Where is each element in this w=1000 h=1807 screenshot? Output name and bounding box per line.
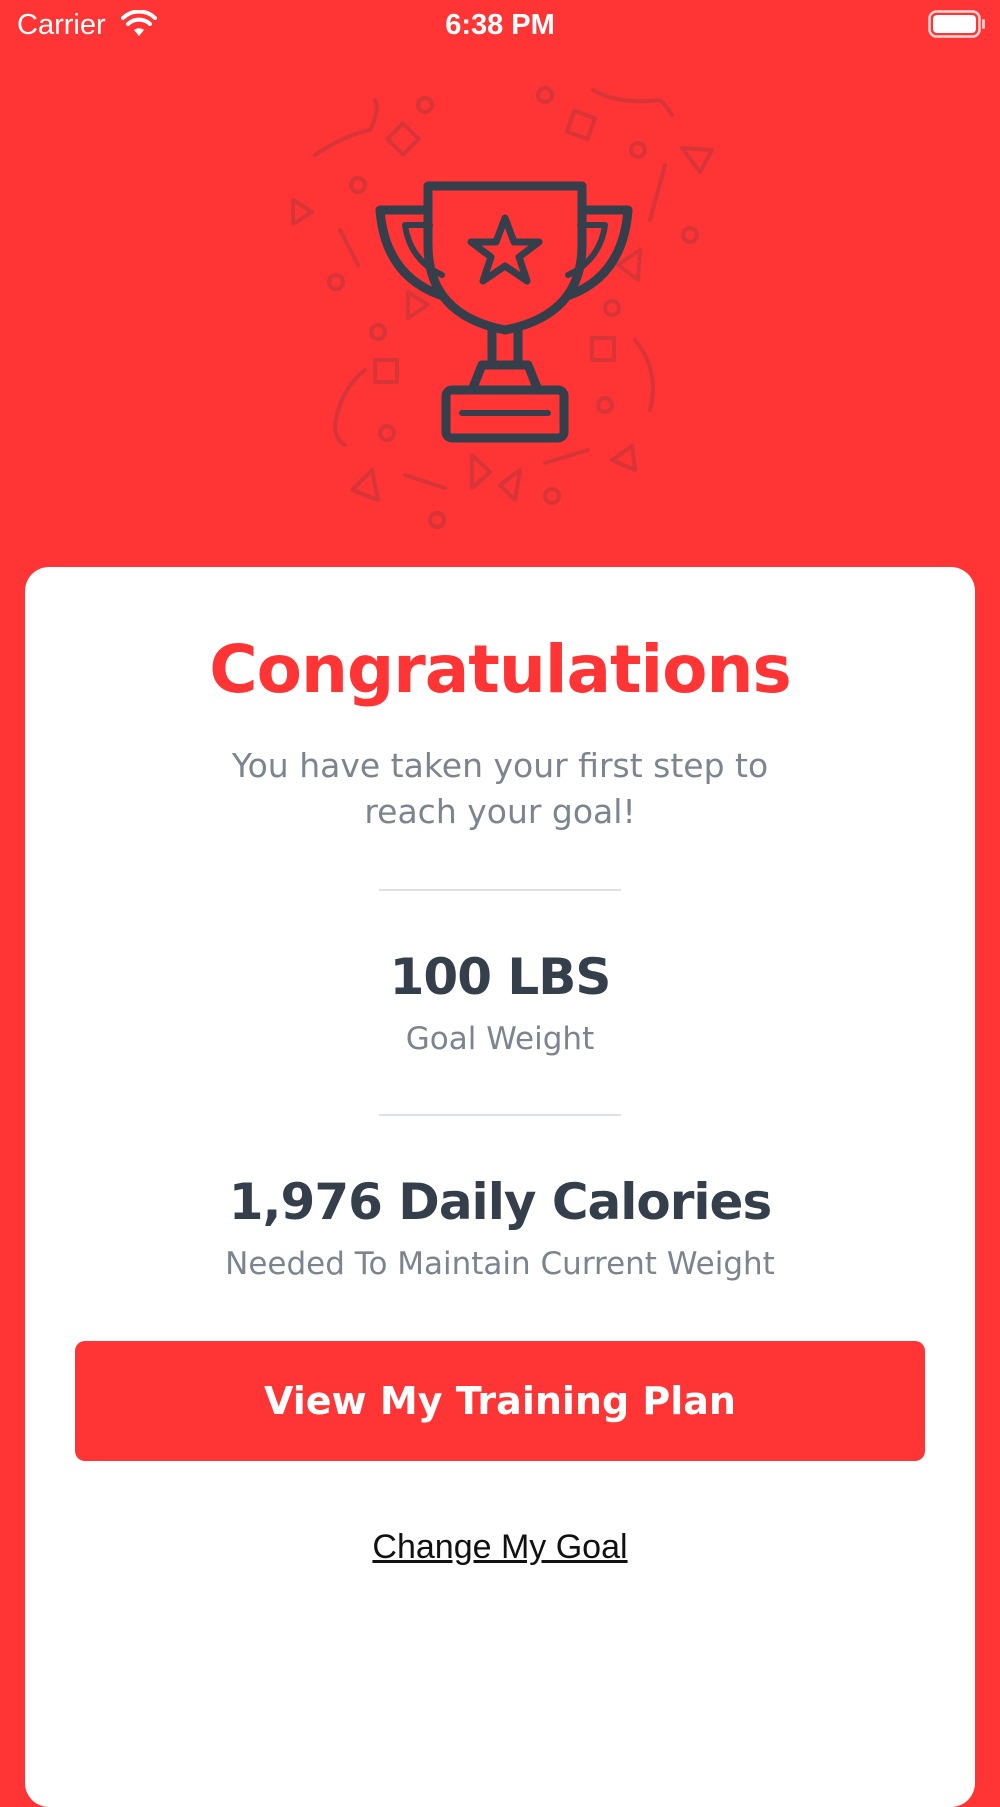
goal-weight-value: 100 LBS	[389, 948, 612, 1006]
daily-calories-value: 1,976 Daily Calories	[228, 1173, 772, 1231]
congratulations-title: Congratulations	[209, 631, 792, 708]
divider	[379, 889, 621, 891]
hero-illustration	[291, 86, 714, 529]
congratulations-subtitle: You have taken your first step to reach …	[231, 746, 769, 831]
confetti-decoration	[291, 86, 714, 529]
change-goal-link[interactable]: Change My Goal	[0, 1525, 1000, 1569]
goal-weight-label: Goal Weight	[405, 1021, 595, 1057]
divider	[379, 1114, 621, 1116]
daily-calories-label: Needed To Maintain Current Weight	[225, 1246, 775, 1282]
battery-full-icon	[928, 10, 985, 38]
status-time: 6:38 PM	[445, 9, 555, 41]
status-bar: Carrier 6:38 PM	[0, 0, 1000, 52]
view-training-plan-button[interactable]: View My Training Plan	[75, 1341, 925, 1461]
